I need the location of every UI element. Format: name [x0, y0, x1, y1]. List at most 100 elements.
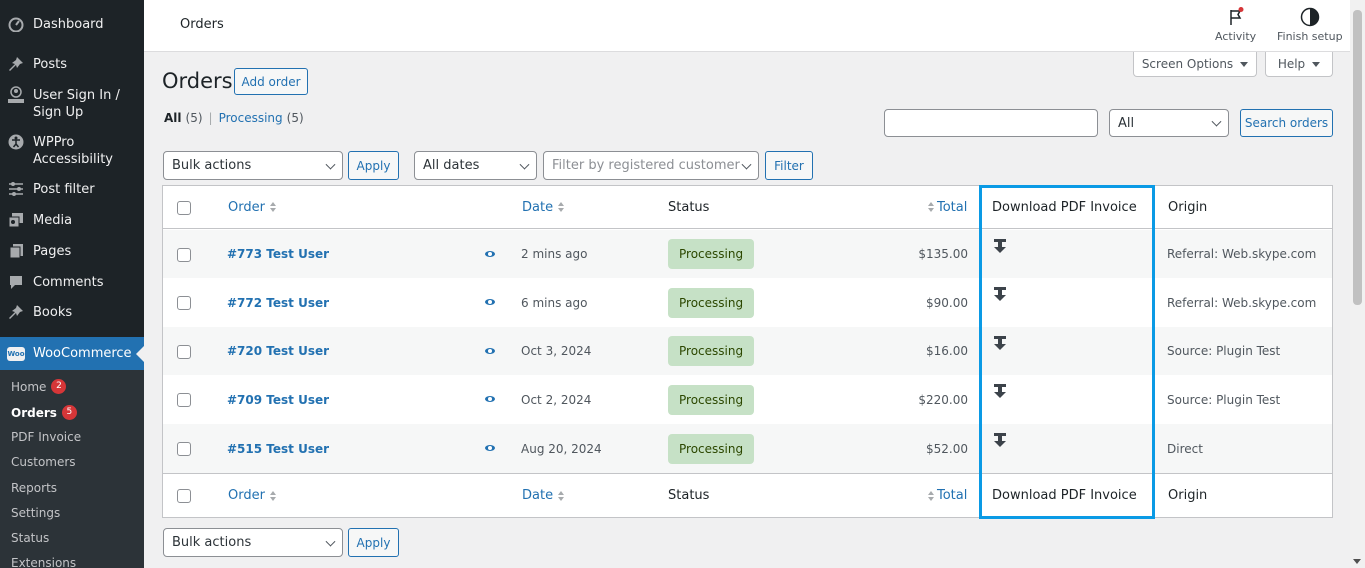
- submenu-item-pdf-invoice[interactable]: PDF Invoice: [11, 430, 81, 444]
- column-date-header[interactable]: Date: [522, 186, 565, 228]
- caret-down-icon: [1240, 61, 1249, 67]
- view-all-link[interactable]: All: [164, 111, 182, 125]
- sidebar-item-books[interactable]: Books: [0, 304, 144, 321]
- table-row[interactable]: #772 Test User 6 mins ago Processing $90…: [163, 278, 1332, 327]
- customer-filter-select[interactable]: Filter by registered customer: [543, 151, 759, 180]
- submenu-item-home[interactable]: Home 2: [11, 379, 67, 394]
- sidebar-item-user-sign-in[interactable]: User Sign In / Sign Up: [0, 86, 144, 121]
- download-invoice-cell: [994, 416, 1006, 465]
- help-button[interactable]: Help: [1265, 52, 1333, 77]
- accessibility-icon: [8, 134, 24, 150]
- status-cell: Processing: [668, 278, 755, 327]
- download-icon[interactable]: [994, 335, 1006, 351]
- order-origin: Referral: Web.skype.com: [1167, 295, 1317, 310]
- column-total-label: Total: [937, 199, 968, 215]
- column-order-header[interactable]: Order: [228, 186, 276, 228]
- notification-badge: 2: [51, 379, 67, 394]
- order-date: Oct 2, 2024: [521, 392, 592, 407]
- sidebar-item-pages[interactable]: Pages: [0, 243, 144, 260]
- column-origin-footer: Origin: [1168, 488, 1208, 503]
- order-origin: Source: Plugin Test: [1167, 344, 1281, 358]
- row-checkbox[interactable]: [177, 345, 191, 359]
- table-footer-row: Order Date Status Total Download PDF Inv…: [163, 473, 1332, 517]
- column-total-header[interactable]: Total: [928, 186, 967, 228]
- search-status-select[interactable]: All: [1109, 109, 1229, 137]
- finish-setup-button[interactable]: Finish setup: [1277, 7, 1343, 43]
- order-search-input[interactable]: [884, 109, 1098, 137]
- view-processing-link[interactable]: Processing: [219, 111, 283, 125]
- column-total-footer[interactable]: Total: [928, 474, 967, 517]
- submenu-item-settings[interactable]: Settings: [11, 506, 60, 520]
- column-order-footer[interactable]: Order: [228, 474, 276, 517]
- pin-icon: [8, 56, 24, 72]
- eye-icon[interactable]: [485, 396, 495, 402]
- sidebar-item-comments[interactable]: Comments: [0, 274, 144, 291]
- status-badge: Processing: [668, 433, 755, 464]
- submenu-item-customers[interactable]: Customers: [11, 455, 76, 469]
- select-all-checkbox[interactable]: [177, 489, 191, 503]
- column-date-label: Date: [522, 488, 554, 503]
- submenu-item-orders[interactable]: Orders 5: [11, 405, 77, 420]
- eye-icon[interactable]: [485, 299, 495, 305]
- page-scrollbar[interactable]: [1350, 0, 1365, 568]
- download-icon[interactable]: [994, 433, 1006, 448]
- scrollbar-thumb[interactable]: [1353, 10, 1362, 305]
- status-badge: Processing: [668, 384, 755, 415]
- current-menu-arrow: [136, 346, 144, 362]
- column-download-footer: Download PDF Invoice: [992, 488, 1137, 503]
- select-all-checkbox[interactable]: [177, 201, 191, 215]
- sidebar-item-wppro-accessibility[interactable]: WPPro Accessibility: [0, 134, 144, 168]
- flag-icon: [1226, 7, 1246, 27]
- column-date-footer[interactable]: Date: [522, 474, 565, 517]
- search-orders-button[interactable]: Search orders: [1240, 109, 1333, 137]
- table-row[interactable]: #709 Test User Oct 2, 2024 Processing $2…: [163, 375, 1332, 424]
- bulk-actions-select[interactable]: Bulk actions: [163, 151, 343, 180]
- order-link[interactable]: #720 Test User: [227, 327, 329, 375]
- sidebar-item-posts[interactable]: Posts: [0, 56, 144, 73]
- filter-icon: [8, 181, 24, 197]
- sidebar-item-woocommerce[interactable]: Woo WooCommerce: [0, 337, 144, 370]
- sidebar-item-media[interactable]: Media: [0, 212, 144, 229]
- eye-icon[interactable]: [485, 251, 495, 257]
- row-checkbox[interactable]: [177, 296, 191, 310]
- add-order-button[interactable]: Add order: [234, 68, 308, 95]
- sidebar-item-dashboard[interactable]: Dashboard: [0, 16, 144, 33]
- view-processing-count: (5): [286, 111, 304, 125]
- order-link[interactable]: #773 Test User: [227, 230, 329, 278]
- apply-button-bottom[interactable]: Apply: [348, 528, 399, 557]
- column-date-label: Date: [522, 199, 554, 215]
- row-checkbox[interactable]: [177, 393, 191, 407]
- table-row[interactable]: #773 Test User 2 mins ago Processing $13…: [163, 230, 1332, 278]
- user-icon: [8, 86, 24, 103]
- sort-icon: [558, 490, 565, 501]
- pages-icon: [8, 243, 24, 259]
- table-row[interactable]: #720 Test User Oct 3, 2024 Processing $1…: [163, 327, 1332, 375]
- order-origin: Referral: Web.skype.com: [1167, 247, 1317, 261]
- filter-button[interactable]: Filter: [765, 151, 813, 180]
- apply-button[interactable]: Apply: [348, 151, 399, 180]
- download-icon[interactable]: [994, 384, 1006, 399]
- submenu-item-reports[interactable]: Reports: [11, 481, 57, 495]
- search-status-value: All: [1118, 115, 1135, 131]
- table-row[interactable]: #515 Test User Aug 20, 2024 Processing $…: [163, 424, 1332, 473]
- download-icon[interactable]: [994, 287, 1006, 302]
- eye-icon[interactable]: [485, 445, 495, 451]
- order-link[interactable]: #515 Test User: [227, 424, 329, 473]
- screen-options-button[interactable]: Screen Options: [1133, 52, 1257, 77]
- notification-badge: 5: [61, 405, 77, 420]
- download-icon[interactable]: [994, 238, 1006, 254]
- eye-icon[interactable]: [485, 348, 495, 354]
- activity-button[interactable]: Activity: [1215, 7, 1256, 43]
- bulk-actions-select-bottom[interactable]: Bulk actions: [163, 528, 343, 557]
- sidebar-item-post-filter[interactable]: Post filter: [0, 181, 144, 198]
- order-date: 6 mins ago: [521, 295, 588, 310]
- scroll-down-arrow-icon[interactable]: [1353, 559, 1361, 564]
- order-link[interactable]: #772 Test User: [227, 278, 329, 327]
- submenu-item-extensions[interactable]: Extensions: [11, 556, 76, 568]
- row-checkbox[interactable]: [177, 248, 191, 262]
- order-total: $16.00: [926, 344, 968, 358]
- row-checkbox[interactable]: [177, 442, 191, 456]
- dates-select[interactable]: All dates: [414, 151, 537, 180]
- submenu-item-status[interactable]: Status: [11, 531, 49, 545]
- order-link[interactable]: #709 Test User: [227, 375, 329, 424]
